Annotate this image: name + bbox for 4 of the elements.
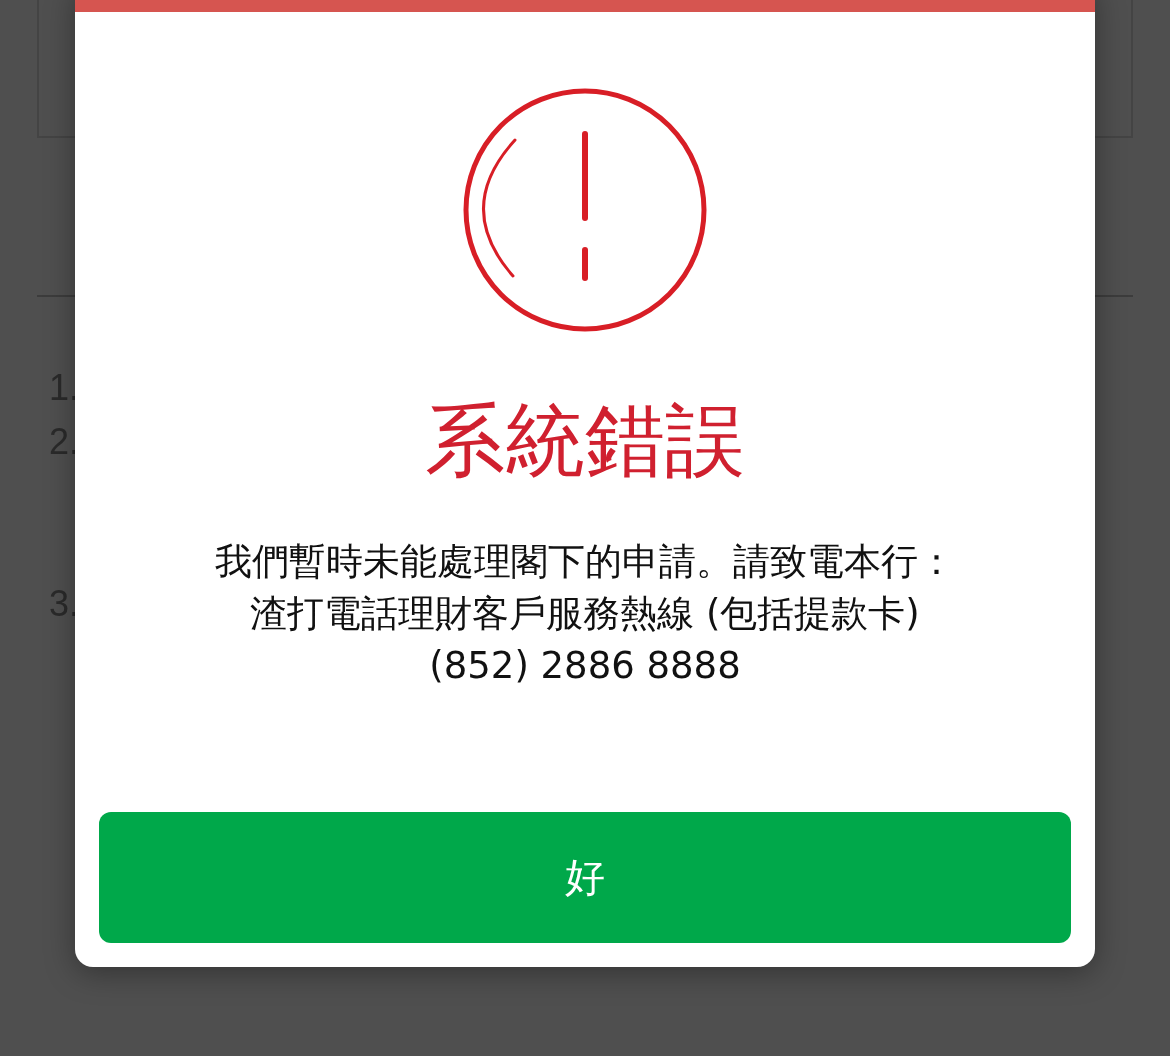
ok-button[interactable]: 好 <box>99 812 1071 943</box>
dialog-title: 系統錯誤 <box>425 393 745 489</box>
error-message: 我們暫時未能處理閣下的申請。請致電本行： 渣打電話理財客戶服務熱線 (包括提款卡) (852) 2886 8888 <box>215 539 955 689</box>
warning-icon <box>463 88 707 332</box>
